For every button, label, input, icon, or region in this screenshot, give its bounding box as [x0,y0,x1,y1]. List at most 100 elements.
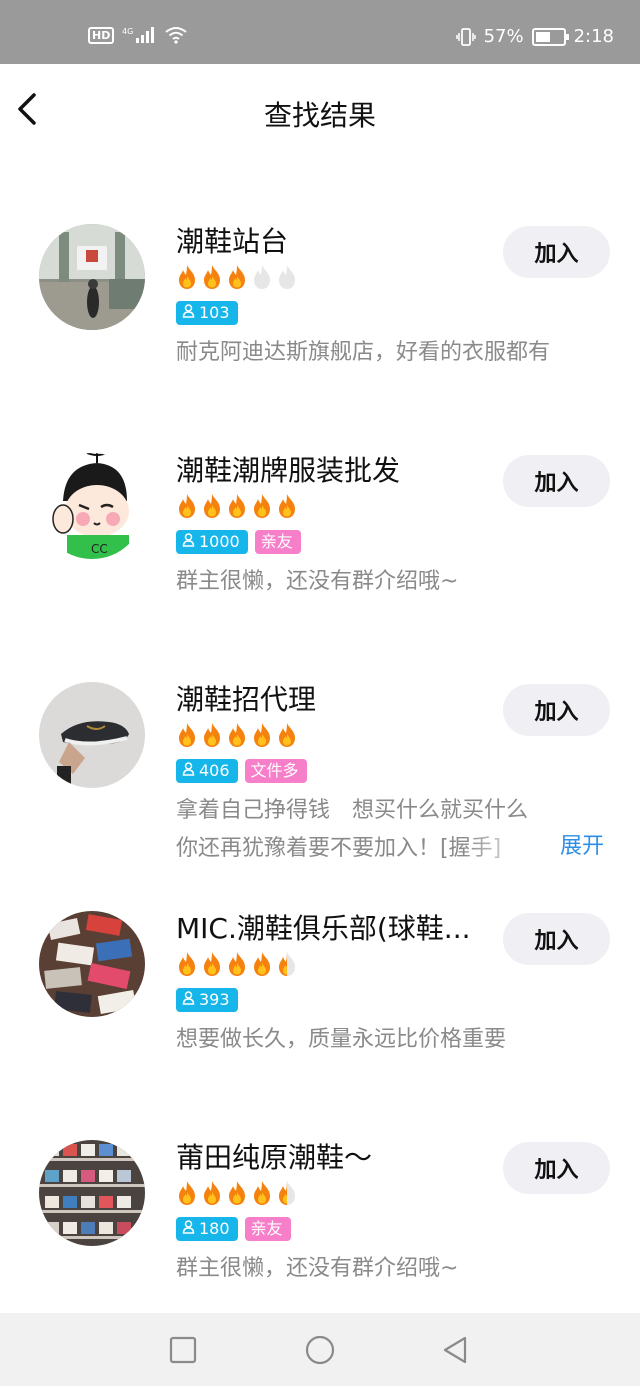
person-icon [182,759,195,783]
group-avatar[interactable] [39,911,145,1017]
flame-icon [226,493,248,523]
tag-label: 亲友 [260,532,293,551]
flame-icon [276,951,298,981]
group-avatar[interactable] [39,1140,145,1246]
battery-icon [531,27,569,46]
flame-icon [251,264,273,294]
flame-icon [226,1180,248,1210]
flame-icon [201,951,223,981]
status-left-icons: HD 4G [88,26,188,44]
join-button[interactable]: 加入 [503,1142,610,1194]
group-description: 耐克阿迪达斯旗舰店，好看的衣服都有 [176,334,616,372]
group-badges: 406 文件多 [176,759,307,783]
activity-rating [176,951,298,981]
status-right: 57% 2:18 [455,26,614,47]
join-button[interactable]: 加入 [503,455,610,507]
description-line: 想要做长久，质量永远比价格重要 [176,1027,507,1052]
flame-icon [226,951,248,981]
group-description: 拿着自己挣得钱 想买什么就买什么 你还再犹豫着要不要加入！[握手] [176,792,616,868]
group-list-item[interactable]: MIC.潮鞋俱乐部(球鞋... 加入 393 想要做长久，质量永远比价格重要 [0,911,640,1140]
group-name: 潮鞋招代理 [176,683,317,716]
member-count: 406 [199,761,230,780]
join-button[interactable]: 加入 [503,226,610,278]
flame-icon [176,264,198,294]
group-avatar[interactable] [39,224,145,330]
flame-icon [226,264,248,294]
hd-icon: HD [88,26,115,44]
member-count-badge: 406 [176,759,238,783]
group-badges: 180 亲友 [176,1217,291,1241]
tag-badge: 文件多 [244,759,307,783]
expand-link[interactable]: 展开 [560,828,604,860]
flame-icon [201,1180,223,1210]
group-badges: 393 [176,988,238,1012]
group-avatar[interactable] [39,682,145,788]
navigation-bar [0,1313,640,1386]
person-icon [182,301,195,325]
status-bar: HD 4G 57% 2:18 [0,0,640,64]
description-line: 拿着自己挣得钱 想买什么就买什么 [176,798,529,823]
flame-icon [176,722,198,752]
join-button[interactable]: 加入 [503,913,610,965]
wifi-icon [165,27,187,44]
clock: 2:18 [573,26,614,47]
group-name: 莆田纯原潮鞋～ [176,1141,373,1174]
4g-signal-icon: 4G [122,27,155,43]
activity-rating [176,264,298,294]
vibrate-icon [455,27,476,46]
group-avatar[interactable]: CC [39,453,145,559]
group-list-item[interactable]: 潮鞋招代理 加入 406 文件多拿着自己挣得钱 想买什么就买什么 你还再犹豫着要不要加入… [0,682,640,911]
flame-icon [201,264,223,294]
header: 查找结果 [0,64,640,156]
recent-apps-icon[interactable] [168,1335,198,1365]
member-count: 180 [199,1219,230,1238]
flame-icon [276,722,298,752]
flame-icon [201,722,223,752]
flame-icon [251,1180,273,1210]
group-name: MIC.潮鞋俱乐部(球鞋... [176,912,471,945]
member-count: 393 [199,990,230,1009]
member-count-badge: 103 [176,301,238,325]
description-line: 群主很懒，还没有群介绍哦~ [176,569,459,594]
description-line: 群主很懒，还没有群介绍哦~ [176,1256,459,1281]
group-list-item[interactable]: CC 潮鞋潮牌服装批发 加入 1000 亲友群主很懒，还没有群介绍哦~ [0,453,640,682]
flame-icon [176,1180,198,1210]
person-icon [182,1217,195,1241]
flame-icon [176,951,198,981]
activity-rating [176,493,298,523]
member-count-badge: 393 [176,988,238,1012]
description-line: 你还再犹豫着要不要加入！[握手] [176,836,502,861]
battery-percent: 57% [483,26,524,47]
flame-icon [251,722,273,752]
activity-rating [176,722,298,752]
flame-icon [276,493,298,523]
group-name: 潮鞋站台 [176,225,289,258]
home-icon[interactable] [305,1335,335,1365]
tag-label: 文件多 [250,761,299,780]
flame-icon [251,493,273,523]
tag-badge: 亲友 [244,1217,291,1241]
back-triangle-icon[interactable] [440,1335,470,1365]
group-badges: 103 [176,301,238,325]
person-icon [182,530,195,554]
flame-icon [251,951,273,981]
member-count: 103 [199,303,230,322]
flame-icon [226,722,248,752]
group-badges: 1000 亲友 [176,530,301,554]
group-description: 群主很懒，还没有群介绍哦~ [176,1250,616,1288]
join-button[interactable]: 加入 [503,684,610,736]
member-count: 1000 [199,532,240,551]
group-name: 潮鞋潮牌服装批发 [176,454,401,487]
group-description: 想要做长久，质量永远比价格重要 [176,1021,616,1059]
flame-icon [176,493,198,523]
member-count-badge: 180 [176,1217,238,1241]
flame-icon [276,1180,298,1210]
tag-label: 亲友 [250,1219,283,1238]
flame-icon [201,493,223,523]
group-description: 群主很懒，还没有群介绍哦~ [176,563,616,601]
svg-text:CC: CC [91,542,108,556]
tag-badge: 亲友 [254,530,301,554]
group-list-item[interactable]: 潮鞋站台 加入 103 耐克阿迪达斯旗舰店，好看的衣服都有 [0,224,640,453]
member-count-badge: 1000 [176,530,248,554]
flame-icon [276,264,298,294]
